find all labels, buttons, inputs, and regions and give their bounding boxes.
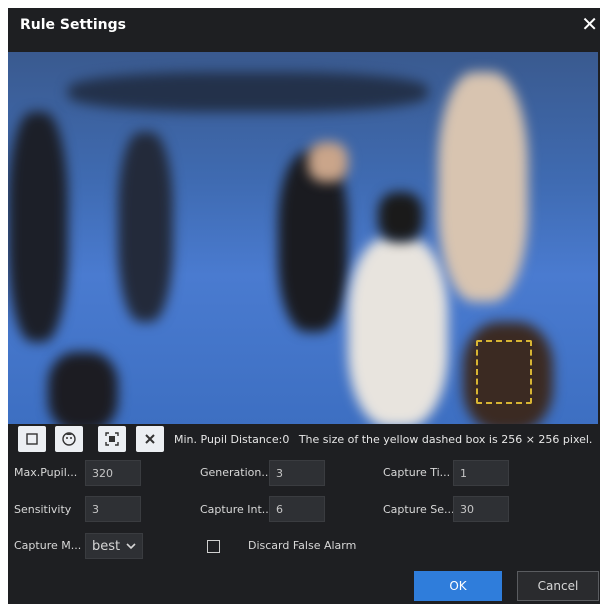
- person-bottom-left: [48, 352, 118, 424]
- chevron-down-icon: [126, 539, 136, 554]
- capture-mode-label: Capture M...: [14, 539, 82, 552]
- min-pupil-distance: Min. Pupil Distance:0: [174, 433, 290, 446]
- capture-mode-select[interactable]: best: [85, 533, 143, 559]
- capture-times-label: Capture Ti...: [383, 466, 451, 479]
- yellow-dashed-box[interactable]: [476, 340, 532, 404]
- capture-mode-value: best: [92, 538, 121, 554]
- capture-interval-input[interactable]: [269, 496, 325, 522]
- sensitivity-label: Sensitivity: [14, 503, 72, 516]
- discard-false-alarm-checkbox[interactable]: [207, 540, 220, 553]
- cancel-button[interactable]: Cancel: [517, 571, 599, 601]
- target-box-icon: [105, 432, 119, 446]
- face-icon: [62, 432, 76, 446]
- delete-icon: [145, 434, 155, 444]
- capture-sec-label: Capture Se...: [383, 503, 455, 516]
- sensitivity-input[interactable]: [85, 496, 141, 522]
- person-back: [438, 72, 528, 302]
- target-box-tool-button[interactable]: [98, 426, 126, 452]
- person-head-dark: [378, 192, 423, 242]
- max-pupil-input[interactable]: [85, 460, 141, 486]
- video-preview[interactable]: [8, 52, 598, 424]
- face-tool-button[interactable]: [55, 426, 83, 452]
- capture-times-input[interactable]: [453, 460, 509, 486]
- person-head: [308, 142, 348, 182]
- generation-label: Generation...: [200, 466, 272, 479]
- delete-tool-button[interactable]: [136, 426, 164, 452]
- generation-input[interactable]: [269, 460, 325, 486]
- background-crowd: [68, 72, 428, 112]
- max-pupil-label: Max.Pupil...: [14, 466, 78, 479]
- dialog-title: Rule Settings: [20, 17, 126, 33]
- info-text: Min. Pupil Distance:0 The size of the ye…: [174, 433, 598, 446]
- box-size-text: The size of the yellow dashed box is 256…: [298, 433, 593, 446]
- rule-settings-dialog: Rule Settings ✕ Min. Pupil Distance:0 Th…: [8, 8, 600, 604]
- rectangle-tool-button[interactable]: [18, 426, 46, 452]
- rectangle-icon: [26, 433, 38, 445]
- discard-false-alarm-label: Discard False Alarm: [248, 539, 357, 552]
- capture-interval-label: Capture Int...: [200, 503, 273, 516]
- person-walking: [118, 132, 173, 322]
- ok-button[interactable]: OK: [414, 571, 502, 601]
- close-icon[interactable]: ✕: [581, 14, 598, 34]
- person-left: [8, 112, 68, 342]
- capture-sec-input[interactable]: [453, 496, 509, 522]
- person-white-shirt: [348, 237, 448, 424]
